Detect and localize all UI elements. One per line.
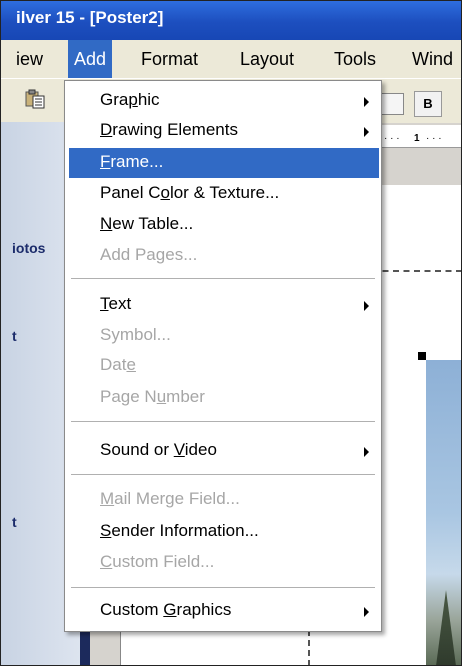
ruler-dots: · · · — [426, 133, 442, 144]
app-window: ilver 15 - [Poster2] iew Add Format Layo… — [0, 0, 462, 666]
submenu-arrow-icon — [364, 97, 369, 107]
menu-bar: iew Add Format Layout Tools Wind — [0, 40, 462, 78]
add-menu-dropdown: Graphic Drawing Elements Frame... Panel … — [64, 80, 382, 632]
frame-guide — [372, 270, 462, 272]
ruler-dots: · · · — [384, 133, 400, 144]
bold-button[interactable]: B — [414, 91, 442, 117]
selection-handle[interactable] — [418, 352, 426, 360]
menu-item-panel-color[interactable]: Panel Color & Texture... — [69, 179, 379, 209]
menu-item-add-pages: Add Pages... — [69, 241, 379, 271]
menu-item-custom-graphics[interactable]: Custom Graphics — [69, 596, 379, 626]
title-bar: ilver 15 - [Poster2] — [0, 0, 462, 40]
paste-icon[interactable] — [24, 89, 46, 109]
menu-separator — [71, 421, 375, 422]
menu-item-frame[interactable]: Frame... — [69, 148, 379, 178]
menu-tools[interactable]: Tools — [334, 40, 376, 78]
menu-item-page-number: Page Number — [69, 383, 379, 413]
menu-format[interactable]: Format — [141, 40, 198, 78]
font-size-box[interactable] — [380, 93, 404, 115]
left-panel-label: t — [12, 328, 17, 344]
submenu-arrow-icon — [364, 301, 369, 311]
menu-separator — [71, 474, 375, 475]
menu-layout[interactable]: Layout — [240, 40, 294, 78]
menu-item-mail-merge: Mail Merge Field... — [69, 485, 379, 515]
menu-separator — [71, 278, 375, 279]
menu-item-label: Custom Field... — [100, 552, 215, 571]
horizontal-ruler: · · · 1 · · · — [380, 125, 462, 148]
menu-item-label: Frame... — [100, 152, 164, 171]
menu-add[interactable]: Add — [68, 40, 113, 78]
menu-item-sound-video[interactable]: Sound or Video — [69, 436, 379, 466]
left-panel-label: iotos — [12, 240, 46, 256]
menu-item-label: Custom Graphics — [100, 600, 232, 619]
menu-item-sender-info[interactable]: Sender Information... — [69, 517, 379, 547]
menu-item-label: New Table... — [100, 214, 194, 233]
submenu-arrow-icon — [364, 447, 369, 457]
menu-view[interactable]: iew — [16, 40, 43, 78]
menu-separator — [71, 587, 375, 588]
menu-item-drawing-elements[interactable]: Drawing Elements — [69, 116, 379, 146]
submenu-arrow-icon — [364, 607, 369, 617]
menu-item-date: Date — [69, 351, 379, 381]
menu-item-label: Symbol... — [100, 325, 171, 344]
menu-item-custom-field: Custom Field... — [69, 548, 379, 578]
menu-item-label: Panel Color & Texture... — [100, 183, 280, 202]
menu-window[interactable]: Wind — [412, 40, 453, 78]
menu-item-label: Date — [100, 355, 136, 374]
menu-item-label: Graphic — [100, 90, 160, 109]
menu-item-label: Drawing Elements — [100, 120, 238, 139]
ruler-label: 1 — [414, 133, 420, 144]
menu-item-symbol: Symbol... — [69, 321, 379, 351]
menu-item-label: Mail Merge Field... — [100, 489, 240, 508]
window-title: ilver 15 - [Poster2] — [16, 8, 164, 27]
menu-item-label: Sender Information... — [100, 521, 259, 540]
menu-item-new-table[interactable]: New Table... — [69, 210, 379, 240]
menu-item-label: Sound or Video — [100, 440, 217, 459]
left-panel-label: t — [12, 514, 17, 530]
menu-item-label: Add Pages... — [100, 245, 198, 264]
submenu-arrow-icon — [364, 127, 369, 137]
menu-item-text[interactable]: Text — [69, 290, 379, 320]
menu-item-graphic[interactable]: Graphic — [69, 86, 379, 116]
menu-item-label: Text — [100, 294, 132, 313]
menu-item-label: Page Number — [100, 387, 205, 406]
